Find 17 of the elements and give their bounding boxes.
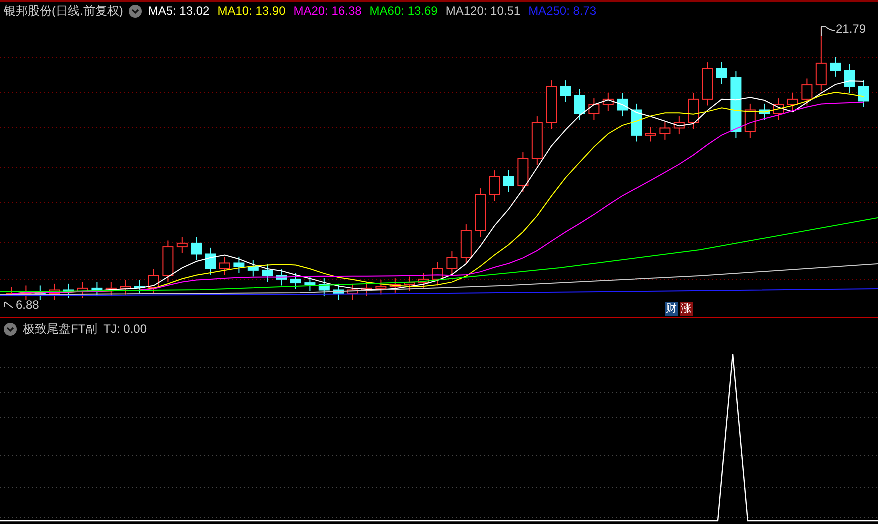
moving-average-value: MA250: 8.73 [528, 4, 597, 18]
moving-average-value: MA60: 13.69 [370, 4, 438, 18]
high-price-label: 21.79 [836, 22, 866, 36]
moving-average-value: MA5: 13.02 [148, 4, 210, 18]
event-marker[interactable]: 涨 [680, 302, 693, 316]
indicator-value: TJ: 0.00 [104, 322, 148, 336]
moving-average-value: MA20: 16.38 [294, 4, 362, 18]
indicator-title: 极致尾盘FT副 [23, 320, 98, 338]
dropdown-icon[interactable] [4, 322, 17, 336]
low-price-label: 6.88 [16, 298, 40, 312]
moving-average-value: MA10: 13.90 [218, 4, 286, 18]
dropdown-icon[interactable] [129, 4, 142, 18]
flag-icon [821, 26, 835, 36]
moving-average-value: MA120: 10.51 [446, 4, 521, 18]
chart-title: 银邦股份(日线.前复权) [4, 2, 124, 20]
event-marker[interactable]: 财 [665, 302, 678, 316]
arrow-icon [4, 301, 14, 309]
